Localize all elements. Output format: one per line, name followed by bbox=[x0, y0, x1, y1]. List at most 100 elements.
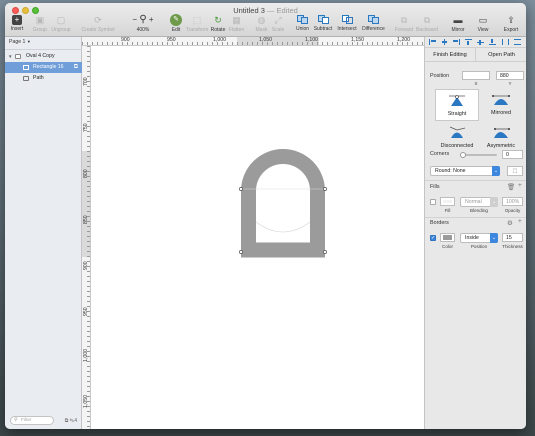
position-label: Position bbox=[430, 73, 450, 79]
position-x-input[interactable] bbox=[462, 71, 490, 80]
fill-label: Fill bbox=[444, 208, 451, 213]
gear-icon[interactable]: ⚙ bbox=[507, 219, 513, 227]
fill-blending-select[interactable]: Normal ⌄ bbox=[460, 197, 498, 207]
corners-slider-track[interactable] bbox=[461, 154, 497, 156]
fill-checkbox[interactable] bbox=[430, 199, 436, 205]
add-fill-button[interactable]: + bbox=[518, 182, 522, 189]
arch-shape[interactable] bbox=[241, 149, 325, 258]
finish-editing-button[interactable]: Finish Editing bbox=[425, 48, 476, 62]
filter-placeholder: Filter bbox=[21, 418, 32, 423]
layer-row-path[interactable]: Path bbox=[5, 73, 82, 84]
view-button[interactable]: ▭ View bbox=[475, 14, 491, 36]
subtract-button[interactable]: Subtract bbox=[312, 14, 334, 36]
open-path-button[interactable]: Open Path bbox=[476, 48, 526, 62]
difference-label: Difference bbox=[362, 26, 385, 32]
align-right-icon[interactable] bbox=[453, 39, 460, 45]
flatten-button[interactable]: ▦ Flatten bbox=[228, 14, 245, 36]
smooth-corners-button[interactable]: ⬚ bbox=[507, 166, 523, 176]
thickness-label: Thickness bbox=[502, 244, 523, 249]
align-middle-icon[interactable] bbox=[477, 39, 484, 45]
shape-icon bbox=[23, 65, 29, 70]
group-label: Group bbox=[33, 27, 47, 33]
add-border-button[interactable]: + bbox=[518, 218, 522, 225]
border-checkbox[interactable]: ✓ bbox=[430, 235, 436, 241]
mirror-button[interactable]: ▬ Mirror bbox=[449, 14, 467, 36]
fill-opacity-input[interactable]: 100% bbox=[502, 197, 523, 206]
flatten-icon: ▦ bbox=[232, 15, 241, 25]
corners-slider-knob[interactable] bbox=[460, 152, 466, 158]
opacity-label: Opacity bbox=[504, 208, 521, 213]
transform-icon: ⬚ bbox=[192, 15, 202, 25]
backward-button[interactable]: ⧉ Backward bbox=[415, 14, 439, 36]
forward-button[interactable]: ⧉ Forward bbox=[394, 14, 414, 36]
path-point-handle[interactable] bbox=[323, 187, 327, 191]
create-symbol-label: Create Symbol bbox=[81, 27, 115, 33]
corner-style-select[interactable]: Round: None ⌄ bbox=[430, 166, 500, 176]
point-type-mirrored[interactable]: Mirrored bbox=[479, 89, 523, 121]
path-point-handle[interactable] bbox=[323, 250, 327, 254]
border-color-swatch[interactable] bbox=[440, 233, 455, 242]
canvas-artwork bbox=[239, 149, 327, 258]
intersect-button[interactable]: Intersect bbox=[336, 14, 358, 36]
blending-label: Blending bbox=[470, 208, 488, 213]
group-button[interactable]: ▣ Group bbox=[32, 14, 48, 36]
subtract-icon bbox=[317, 15, 329, 24]
intersect-icon bbox=[341, 15, 353, 24]
layer-row-selected[interactable]: Rectangle 16 ⧉ bbox=[5, 62, 82, 73]
zoom-value: 400% bbox=[136, 27, 150, 33]
filter-options[interactable]: ⧉ ✎4 bbox=[65, 418, 77, 424]
point-type-label: Mirrored bbox=[490, 110, 512, 116]
page-name: Page 1 bbox=[9, 39, 26, 45]
insert-button[interactable]: + Insert bbox=[8, 14, 26, 36]
align-bottom-icon[interactable] bbox=[489, 39, 496, 45]
filter-input[interactable]: ⚲ Filter bbox=[10, 416, 54, 425]
edit-button[interactable]: ✎ Edit bbox=[168, 14, 184, 36]
canvas[interactable]: 900 950 1,000 1,050 1,100 1,150 1,200 70… bbox=[82, 37, 424, 429]
path-edit-tabs: Finish Editing Open Path bbox=[425, 48, 526, 62]
group-icon bbox=[15, 54, 21, 59]
transform-label: Transform bbox=[185, 27, 209, 33]
export-button[interactable]: ⇪ Export bbox=[502, 14, 520, 36]
align-top-icon[interactable] bbox=[465, 39, 472, 45]
zoom-in-button[interactable]: + bbox=[149, 15, 154, 24]
corners-input[interactable]: 0 bbox=[502, 150, 523, 159]
border-thickness-input[interactable]: 15 bbox=[502, 233, 523, 242]
trash-icon[interactable]: 🗑 bbox=[507, 183, 515, 191]
point-type-disconnected[interactable]: Disconnected bbox=[435, 122, 479, 154]
align-center-icon[interactable] bbox=[441, 39, 448, 45]
disclosure-triangle-icon[interactable]: ▼ bbox=[8, 51, 12, 62]
align-left-icon[interactable] bbox=[429, 39, 436, 45]
mask-button[interactable]: ◍ Mask bbox=[255, 14, 268, 36]
mask-label: Mask bbox=[255, 27, 268, 33]
layer-row-group[interactable]: ▼ Oval 4 Copy bbox=[5, 51, 82, 62]
boolean-op-icon[interactable]: ⧉ bbox=[74, 62, 78, 73]
inspector-panel: Finish Editing Open Path Position 880 X … bbox=[424, 37, 526, 429]
disconnected-point-icon bbox=[449, 126, 466, 138]
x-label: X bbox=[474, 81, 478, 86]
transform-button[interactable]: ⬚ Transform bbox=[185, 14, 209, 36]
path-point-handle[interactable] bbox=[239, 250, 243, 254]
view-icon: ▭ bbox=[478, 15, 488, 25]
zoom-out-button[interactable]: − bbox=[132, 15, 137, 24]
ungroup-button[interactable]: ▢ Ungroup bbox=[50, 14, 72, 36]
chevron-down-icon: ▼ bbox=[26, 39, 31, 44]
scale-button[interactable]: ⤢ Scale bbox=[271, 14, 285, 36]
fill-color-swatch[interactable] bbox=[440, 197, 455, 206]
layer-name: Path bbox=[33, 75, 44, 81]
path-point-handle[interactable] bbox=[239, 187, 243, 191]
page-selector[interactable]: Page 1 ▼ bbox=[9, 39, 31, 45]
distribute-vertical-icon[interactable] bbox=[514, 39, 521, 45]
border-position-select[interactable]: Inside ⌄ bbox=[460, 233, 498, 243]
fills-label: Fills bbox=[430, 184, 440, 190]
point-type-straight[interactable]: Straight bbox=[435, 89, 479, 121]
position-y-input[interactable]: 880 bbox=[496, 71, 524, 80]
union-button[interactable]: Union bbox=[295, 14, 310, 36]
distribute-horizontal-icon[interactable] bbox=[502, 39, 509, 45]
group-icon: ▣ bbox=[35, 15, 45, 25]
share-icon: ⇪ bbox=[507, 15, 515, 25]
scale-icon: ⤢ bbox=[274, 15, 282, 25]
rotate-button[interactable]: ↻ Rotate bbox=[210, 14, 226, 36]
create-symbol-button[interactable]: ⟳ Create Symbol bbox=[81, 14, 115, 36]
difference-button[interactable]: Difference bbox=[360, 14, 387, 36]
zoom-control: − ⚲ + 400% bbox=[128, 14, 158, 36]
